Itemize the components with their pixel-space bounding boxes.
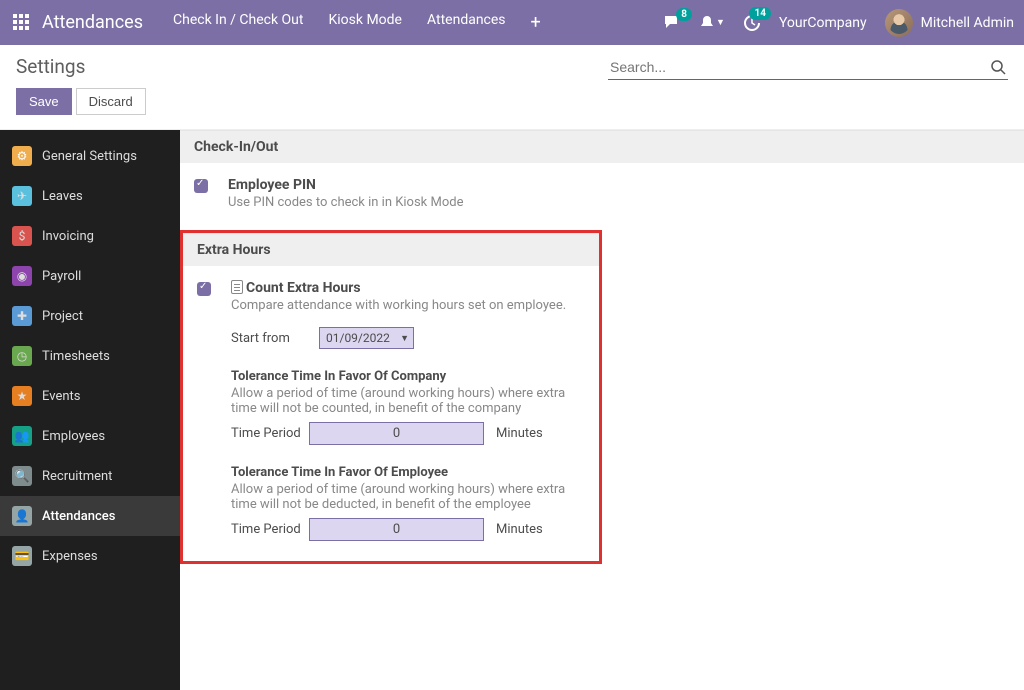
sidebar-item-expenses[interactable]: 💳 Expenses — [0, 536, 180, 576]
checkbox-count-extra-hours[interactable] — [197, 282, 211, 296]
minutes-unit: Minutes — [496, 426, 543, 441]
body: ⚙ General Settings ✈ Leaves $ Invoicing ◉ Pa… — [0, 130, 1024, 690]
setting-employee-pin: Employee PIN Use PIN codes to check in i… — [194, 177, 1010, 210]
sidebar-item-label: Recruitment — [42, 469, 112, 484]
start-from-label: Start from — [231, 331, 303, 346]
messages-badge: 8 — [676, 8, 692, 21]
sidebar-item-timesheets[interactable]: ◷ Timesheets — [0, 336, 180, 376]
employee-time-input[interactable]: 0 — [309, 518, 484, 541]
plus-icon[interactable]: + — [531, 12, 541, 33]
sidebar-item-label: Events — [42, 389, 80, 404]
topbar-right: 8 ▼ 14 YourCompany Mitchell Admin — [664, 9, 1014, 37]
activities-badge: 14 — [749, 7, 770, 20]
sidebar-item-label: Attendances — [42, 509, 115, 524]
expenses-icon: 💳 — [12, 546, 32, 566]
leaves-icon: ✈ — [12, 186, 32, 206]
start-from-input[interactable]: 01/09/2022 ▼ — [319, 327, 414, 349]
tolerance-employee: Tolerance Time In Favor Of Employee Allo… — [231, 465, 585, 541]
setting-count-extra-hours: Count Extra Hours Compare attendance wit… — [197, 280, 585, 541]
sidebar-item-events[interactable]: ★ Events — [0, 376, 180, 416]
tolerance-company-desc: Allow a period of time (around working h… — [231, 386, 585, 416]
company-time-row: Time Period 0 Minutes — [231, 422, 585, 445]
nav-checkin[interactable]: Check In / Check Out — [173, 12, 303, 33]
user-menu[interactable]: Mitchell Admin — [885, 9, 1014, 37]
extra-hours-section: Extra Hours Count Extra Hours Compare at… — [180, 230, 602, 564]
setting-title: Employee PIN — [228, 177, 464, 193]
setting-title: Count Extra Hours — [231, 280, 585, 296]
page-title: Settings — [16, 55, 146, 78]
sidebar-item-label: Project — [42, 309, 83, 324]
avatar — [885, 9, 913, 37]
section-header-checkin: Check-In/Out — [180, 130, 1024, 163]
main: Check-In/Out Employee PIN Use PIN codes … — [180, 130, 1024, 690]
employee-time-row: Time Period 0 Minutes — [231, 518, 585, 541]
sidebar-item-label: Employees — [42, 429, 105, 444]
app-title[interactable]: Attendances — [42, 12, 143, 33]
sidebar-item-recruitment[interactable]: 🔍 Recruitment — [0, 456, 180, 496]
checkbox-employee-pin[interactable] — [194, 179, 208, 193]
sidebar-item-label: Invoicing — [42, 229, 94, 244]
minutes-unit: Minutes — [496, 522, 543, 537]
sidebar-item-employees[interactable]: 👥 Employees — [0, 416, 180, 456]
messages-icon[interactable]: 8 — [664, 15, 682, 31]
nav-items: Check In / Check Out Kiosk Mode Attendan… — [173, 12, 664, 33]
apps-icon[interactable] — [10, 11, 34, 35]
company-name[interactable]: YourCompany — [779, 15, 867, 31]
sidebar-item-label: Timesheets — [42, 349, 110, 364]
button-row: Save Discard — [16, 88, 146, 115]
topbar: Attendances Check In / Check Out Kiosk M… — [0, 0, 1024, 45]
activities-icon[interactable]: 14 — [743, 14, 761, 32]
username: Mitchell Admin — [921, 15, 1014, 31]
setting-desc: Compare attendance with working hours se… — [231, 298, 585, 313]
tolerance-company: Tolerance Time In Favor Of Company Allow… — [231, 369, 585, 445]
nav-attendances[interactable]: Attendances — [427, 12, 506, 33]
section-body-checkin: Employee PIN Use PIN codes to check in i… — [180, 163, 1024, 230]
section-header-extra: Extra Hours — [183, 233, 599, 266]
sidebar-item-general[interactable]: ⚙ General Settings — [0, 136, 180, 176]
recruitment-icon: 🔍 — [12, 466, 32, 486]
timesheets-icon: ◷ — [12, 346, 32, 366]
nav-kiosk[interactable]: Kiosk Mode — [328, 12, 402, 33]
search-wrap — [608, 55, 1008, 80]
cp-left: Settings Save Discard — [16, 55, 146, 115]
sidebar-item-project[interactable]: ✚ Project — [0, 296, 180, 336]
sidebar-item-invoicing[interactable]: $ Invoicing — [0, 216, 180, 256]
sidebar-item-attendances[interactable]: 👤 Attendances — [0, 496, 180, 536]
gear-icon: ⚙ — [12, 146, 32, 166]
tolerance-employee-title: Tolerance Time In Favor Of Employee — [231, 465, 585, 480]
search-input[interactable] — [610, 59, 991, 75]
setting-desc: Use PIN codes to check in in Kiosk Mode — [228, 195, 464, 210]
notifications-icon[interactable]: ▼ — [700, 15, 725, 31]
dropdown-caret-icon: ▼ — [400, 333, 409, 344]
sidebar-item-payroll[interactable]: ◉ Payroll — [0, 256, 180, 296]
section-body-extra: Count Extra Hours Compare attendance wit… — [183, 266, 599, 561]
company-time-input[interactable]: 0 — [309, 422, 484, 445]
control-panel: Settings Save Discard — [0, 45, 1024, 130]
project-icon: ✚ — [12, 306, 32, 326]
payroll-icon: ◉ — [12, 266, 32, 286]
sidebar-item-leaves[interactable]: ✈ Leaves — [0, 176, 180, 216]
sidebar-item-label: General Settings — [42, 149, 137, 164]
attendances-icon: 👤 — [12, 506, 32, 526]
save-button[interactable]: Save — [16, 88, 72, 115]
sidebar: ⚙ General Settings ✈ Leaves $ Invoicing ◉ Pa… — [0, 130, 180, 690]
sidebar-item-label: Leaves — [42, 189, 83, 204]
time-period-label: Time Period — [231, 522, 303, 537]
events-icon: ★ — [12, 386, 32, 406]
time-period-label: Time Period — [231, 426, 303, 441]
doc-icon — [231, 280, 243, 294]
sidebar-item-label: Payroll — [42, 269, 81, 284]
search-icon[interactable] — [991, 60, 1006, 75]
discard-button[interactable]: Discard — [76, 88, 146, 115]
employees-icon: 👥 — [12, 426, 32, 446]
invoicing-icon: $ — [12, 226, 32, 246]
sidebar-item-label: Expenses — [42, 549, 98, 564]
start-from-row: Start from 01/09/2022 ▼ — [231, 327, 585, 349]
tolerance-employee-desc: Allow a period of time (around working h… — [231, 482, 585, 512]
tolerance-company-title: Tolerance Time In Favor Of Company — [231, 369, 585, 384]
